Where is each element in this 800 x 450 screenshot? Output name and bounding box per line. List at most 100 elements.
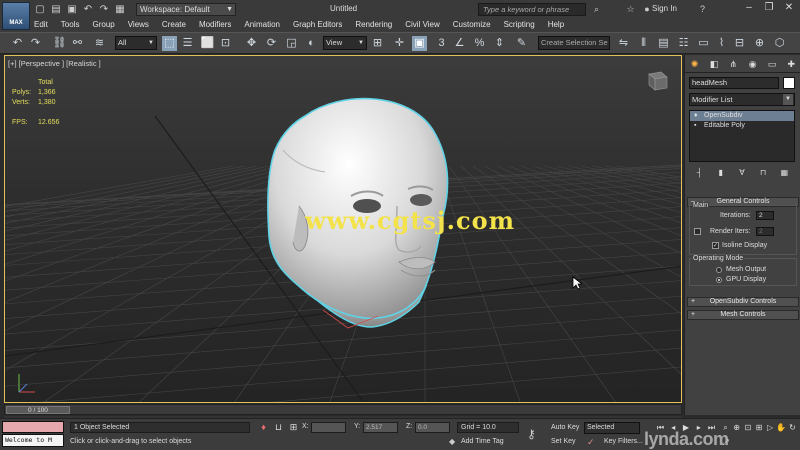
close-icon[interactable]: ✕ [782, 2, 796, 14]
schematic-view-icon[interactable]: ⊟ [732, 36, 747, 51]
bind-space-warp-icon[interactable]: ≋ [92, 36, 107, 51]
expand-plus-icon[interactable]: ▪ [694, 121, 696, 131]
maxscript-listener-output[interactable]: Welcome to M [2, 434, 64, 447]
configure-modifier-sets-icon[interactable]: ▦ [778, 167, 790, 179]
edit-named-selection-icon[interactable]: ✎ [514, 36, 529, 51]
zoom-extents-icon[interactable]: ⊡ [742, 422, 753, 433]
restore-icon[interactable]: ❐ [762, 2, 776, 14]
menu-item-tools[interactable]: Tools [61, 19, 89, 31]
render-setup-icon[interactable]: ⬡ [772, 36, 787, 51]
zoom-icon[interactable]: ⌕ [720, 422, 731, 433]
align-icon[interactable]: ⫴ [636, 36, 651, 51]
menu-item-animation[interactable]: Animation [244, 19, 289, 31]
menu-item-scripting[interactable]: Scripting [504, 19, 544, 31]
sign-in-link[interactable]: Sign In [652, 4, 677, 13]
add-time-tag-button[interactable]: Add Time Tag [461, 437, 504, 446]
mesh-controls-rollout[interactable]: + Mesh Controls [687, 310, 799, 320]
mirror-icon[interactable]: ⇋ [616, 36, 631, 51]
redo-icon[interactable]: ↷ [28, 36, 43, 51]
unlink-icon[interactable]: ⚯ [70, 36, 85, 51]
set-key-filter-icon[interactable]: ✓ [587, 436, 599, 448]
make-unique-icon[interactable]: ∀ [736, 167, 748, 179]
create-tab-icon[interactable]: ✺ [688, 57, 702, 71]
undo-icon[interactable]: ↶ [82, 4, 94, 16]
binoculars-icon[interactable]: ⌕ [590, 3, 603, 16]
place-icon[interactable]: ◐ [304, 36, 319, 51]
gpu-display-radio[interactable] [716, 277, 722, 283]
key-icon[interactable]: ⚷ [527, 427, 545, 441]
application-button[interactable]: MAX [2, 2, 30, 30]
help-icon[interactable]: ? [700, 3, 712, 16]
hierarchy-tab-icon[interactable]: ⋔ [726, 57, 740, 71]
key-selection-dropdown[interactable]: Selected [584, 422, 640, 434]
star-icon[interactable]: ☆ [624, 3, 637, 16]
material-editor-icon[interactable]: ⊕ [752, 36, 767, 51]
scale-icon[interactable]: ◲ [284, 36, 299, 51]
maximize-viewport-icon[interactable]: ⤢ [720, 437, 731, 448]
menu-item-views[interactable]: Views [128, 19, 158, 31]
render-iters-spinner[interactable]: 2 [756, 227, 774, 236]
object-name-field[interactable]: headMesh [689, 77, 779, 89]
isolate-selection-icon[interactable]: ♦ [258, 422, 269, 433]
orbit-icon[interactable]: ↻ [787, 422, 798, 433]
reference-coordinate-dropdown[interactable]: View ▼ [323, 36, 367, 50]
isoline-display-checkbox[interactable]: ✓ [712, 242, 719, 249]
pin-stack-icon[interactable]: ┤ [694, 167, 706, 179]
modify-tab-icon[interactable]: ◧ [707, 57, 721, 71]
pivot-center-icon[interactable]: ⊞ [370, 36, 385, 51]
menu-item-graph-editors[interactable]: Graph Editors [293, 19, 351, 31]
auto-key-button[interactable]: Auto Key [551, 422, 581, 434]
redo-icon[interactable]: ↷ [98, 4, 110, 16]
next-frame-icon[interactable]: ▸ [693, 422, 704, 433]
absolute-mode-icon[interactable]: ⊞ [288, 422, 299, 433]
menu-item-group[interactable]: Group [92, 19, 123, 31]
remove-modifier-icon[interactable]: ⊓ [757, 167, 769, 179]
link-icon[interactable]: ⛓ [52, 36, 67, 51]
zoom-extents-all-icon[interactable]: ⊞ [753, 422, 764, 433]
keyboard-shortcut-override-icon[interactable]: ▣ [412, 36, 427, 51]
stack-item-opensubdiv[interactable]: ♦ OpenSubdiv [690, 111, 794, 121]
new-file-icon[interactable]: ▢ [34, 4, 46, 16]
display-tab-icon[interactable]: ▭ [765, 57, 779, 71]
undo-icon[interactable]: ↶ [10, 36, 25, 51]
project-folder-icon[interactable]: ▦ [114, 4, 126, 16]
minimize-icon[interactable]: – [742, 2, 756, 14]
named-selection-sets-dropdown[interactable]: Create Selection Se [538, 36, 610, 50]
workspace-dropdown[interactable]: Workspace: Default ▼ [136, 3, 236, 16]
graphite-ribbon-icon[interactable]: ▭ [696, 36, 711, 51]
mesh-output-radio[interactable] [716, 267, 722, 273]
show-end-result-icon[interactable]: ▮ [715, 167, 727, 179]
utilities-tab-icon[interactable]: ✚ [784, 57, 798, 71]
lightbulb-icon[interactable]: ♦ [694, 111, 698, 121]
snap-toggle-icon[interactable]: 3 [434, 36, 449, 51]
motion-tab-icon[interactable]: ◉ [746, 57, 760, 71]
menu-item-customize[interactable]: Customize [453, 19, 500, 31]
object-color-swatch[interactable] [783, 77, 795, 89]
render-iters-checkbox[interactable] [694, 228, 701, 235]
perspective-viewport[interactable]: [+] [Perspective ] [Realistic ] Total Po… [4, 55, 682, 403]
move-icon[interactable]: ✥ [244, 36, 259, 51]
y-coord-field[interactable]: 2.517 [363, 422, 398, 433]
maxscript-listener-input[interactable] [2, 421, 64, 433]
time-slider-thumb[interactable]: 0 / 100 [6, 406, 70, 414]
select-by-name-icon[interactable]: ☰ [180, 36, 195, 51]
select-manipulate-icon[interactable]: ✛ [392, 36, 407, 51]
play-icon[interactable]: ▶ [681, 422, 692, 433]
lock-selection-icon[interactable]: ⊔ [273, 422, 284, 433]
zoom-all-icon[interactable]: ⊕ [731, 422, 742, 433]
menu-item-rendering[interactable]: Rendering [355, 19, 401, 31]
menu-item-create[interactable]: Create [162, 19, 195, 31]
select-object-icon[interactable]: ⬚ [162, 36, 177, 51]
go-to-end-icon[interactable]: ⏭ [706, 422, 717, 433]
x-coord-field[interactable] [311, 422, 346, 433]
previous-frame-icon[interactable]: ◂ [668, 422, 679, 433]
search-input[interactable]: Type a keyword or phrase [478, 3, 586, 16]
spinner-snap-icon[interactable]: ⇕ [492, 36, 507, 51]
menu-item-modifiers[interactable]: Modifiers [199, 19, 240, 31]
field-of-view-icon[interactable]: ▷ [765, 422, 776, 433]
opensubdiv-controls-rollout[interactable]: + OpenSubdiv Controls [687, 297, 799, 307]
pan-icon[interactable]: ✋ [776, 422, 787, 433]
menu-item-edit[interactable]: Edit [34, 19, 57, 31]
curve-editor-icon[interactable]: ⌇ [714, 36, 729, 51]
set-key-button[interactable]: Set Key [551, 436, 581, 448]
